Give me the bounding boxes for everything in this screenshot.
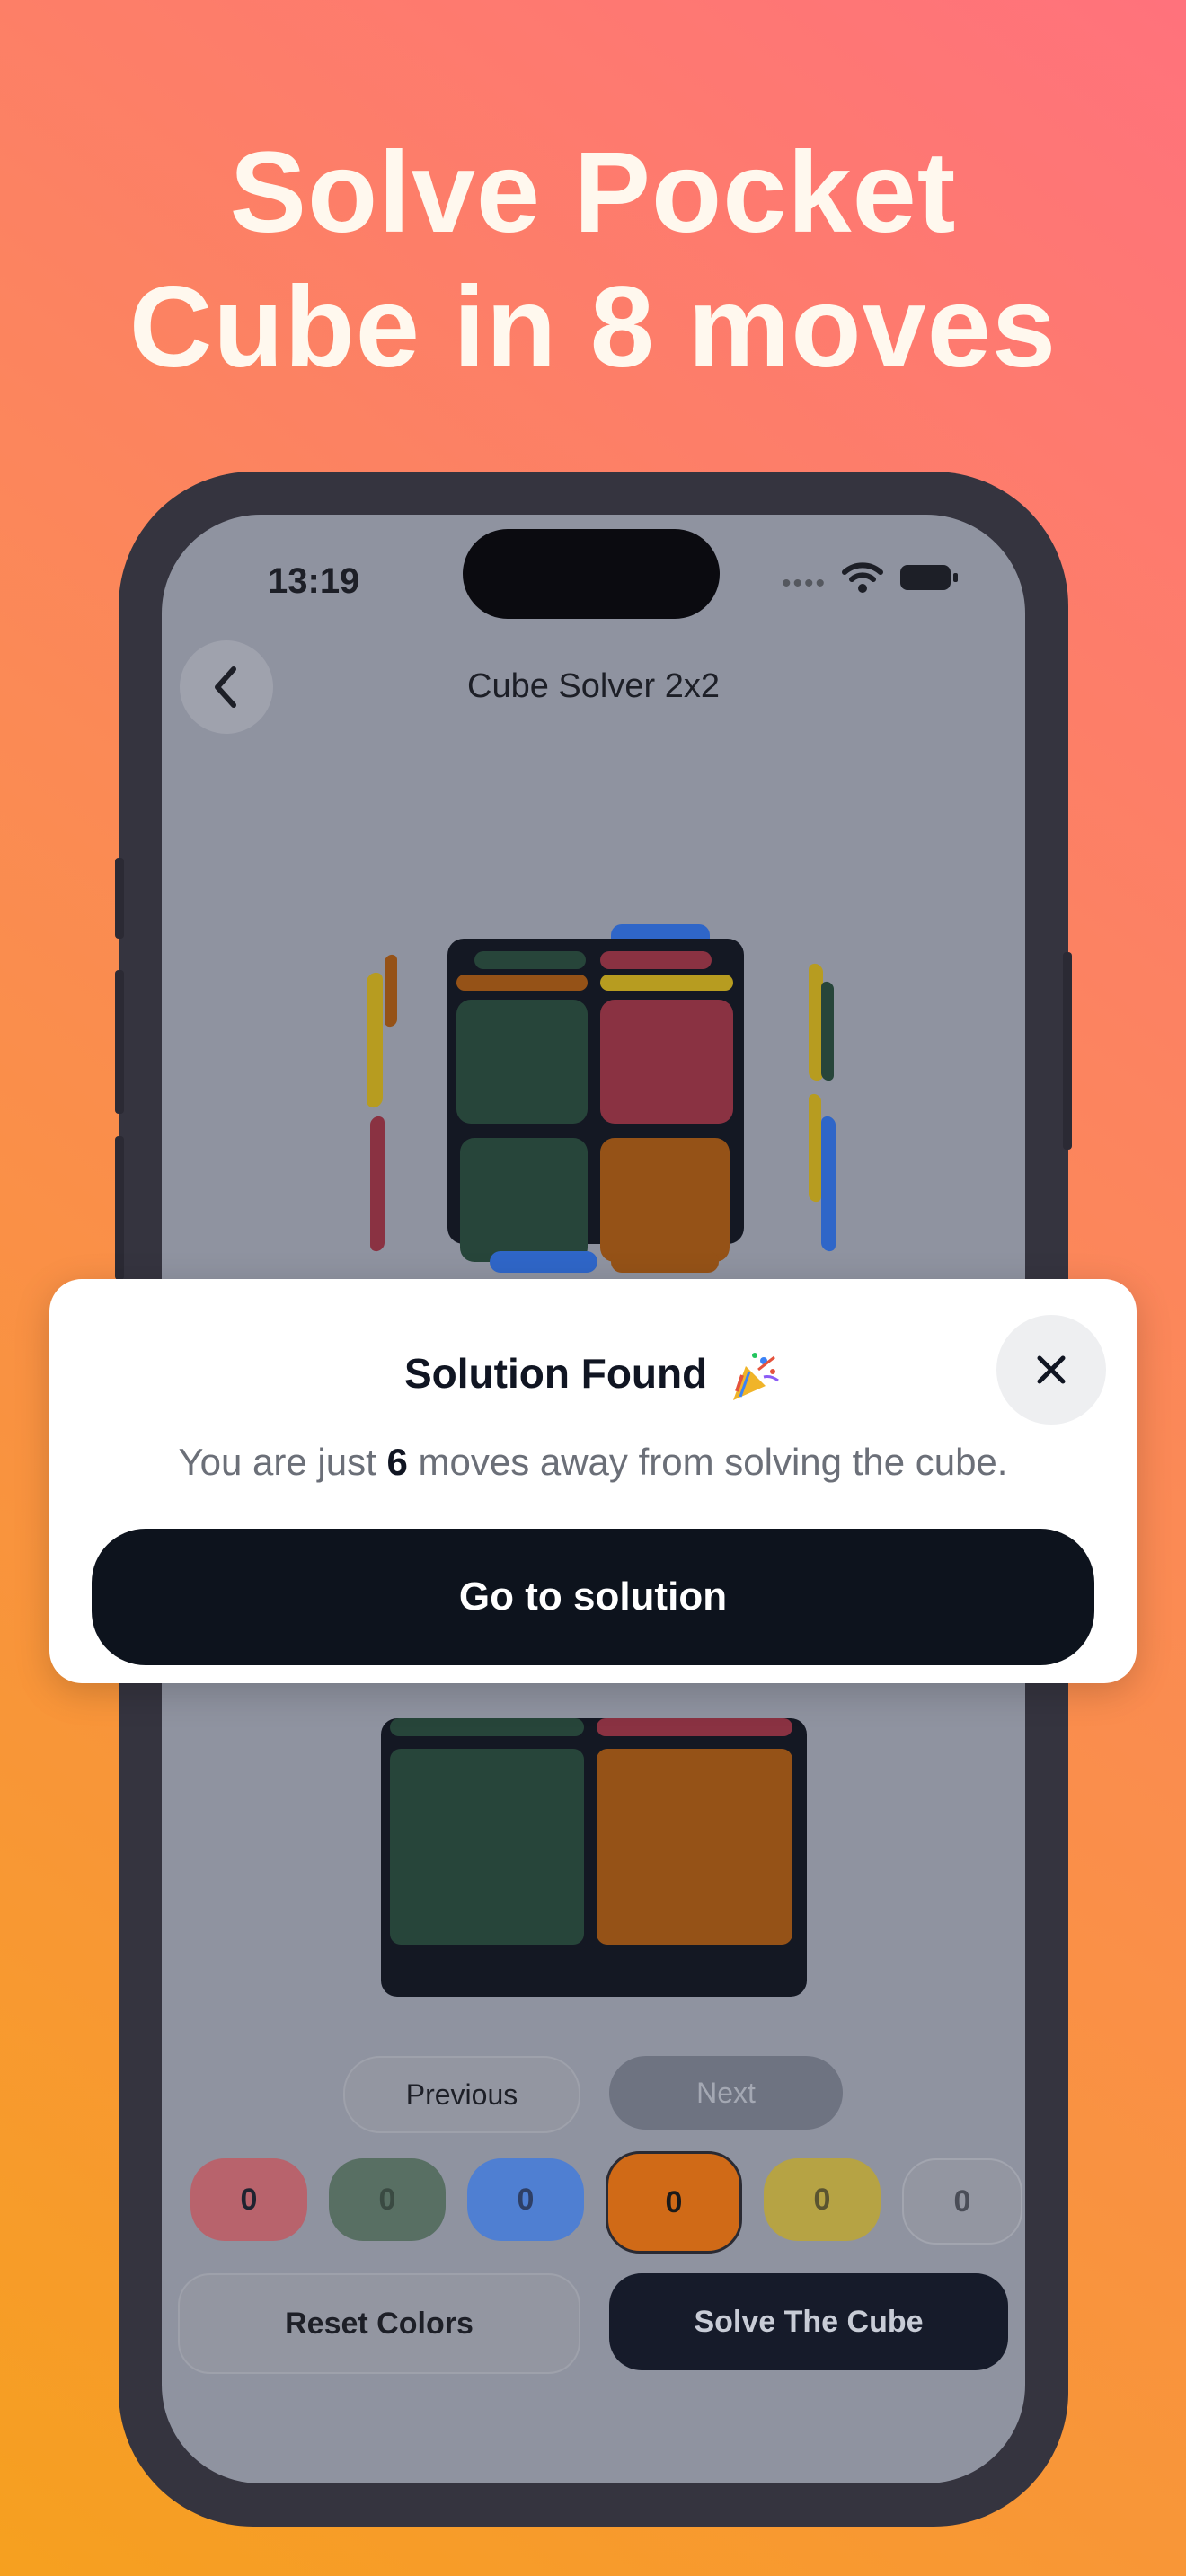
headline-line-1: Solve Pocket bbox=[229, 128, 957, 257]
headline: Solve Pocket Cube in 8 moves bbox=[0, 126, 1186, 395]
modal-title-row: Solution Found bbox=[49, 1349, 1137, 1404]
face-sticker-bottom-left[interactable] bbox=[390, 1749, 584, 1945]
cube-face-sticker-tl bbox=[456, 1000, 588, 1124]
cube-side-sticker-right-yellow bbox=[809, 1092, 821, 1204]
modal-message: You are just 6 moves away from solving t… bbox=[49, 1441, 1137, 1484]
face-sticker-bottom-right[interactable] bbox=[597, 1749, 792, 1945]
headline-line-2: Cube in 8 moves bbox=[128, 263, 1058, 392]
wifi-icon bbox=[842, 562, 883, 593]
cube-bottom-sticker-orange bbox=[611, 1251, 719, 1273]
phone-power-button bbox=[1063, 952, 1072, 1150]
color-count-white[interactable]: 0 bbox=[902, 2158, 1022, 2245]
close-button[interactable] bbox=[996, 1315, 1106, 1425]
next-button[interactable]: Next bbox=[609, 2056, 843, 2130]
face-sticker-top-right[interactable] bbox=[597, 1718, 792, 1736]
cube-face-sticker-bl bbox=[460, 1138, 588, 1262]
go-to-solution-button[interactable]: Go to solution bbox=[92, 1529, 1094, 1665]
color-count-green[interactable]: 0 bbox=[329, 2158, 446, 2241]
battery-icon bbox=[900, 565, 958, 590]
party-popper-icon bbox=[733, 1352, 779, 1400]
cube-side-sticker-left-top bbox=[367, 971, 383, 1109]
status-time: 13:19 bbox=[268, 561, 360, 601]
moves-count: 6 bbox=[386, 1441, 408, 1483]
cube-side-sticker-left-bottom bbox=[370, 1115, 385, 1253]
cube-face-sticker-tr bbox=[600, 1000, 733, 1124]
cube-bottom-sticker-blue bbox=[490, 1251, 597, 1273]
cube-body bbox=[447, 939, 744, 1262]
face-sticker-top-left[interactable] bbox=[390, 1718, 584, 1736]
reset-colors-button[interactable]: Reset Colors bbox=[178, 2273, 580, 2374]
color-count-row: 0 0 0 0 0 0 bbox=[190, 2151, 1022, 2254]
cube-top-sticker-orange bbox=[456, 975, 588, 991]
phone-volume-up-button bbox=[115, 970, 124, 1114]
solve-cube-button[interactable]: Solve The Cube bbox=[609, 2273, 1008, 2370]
solution-modal: Solution Found You are just 6 moves away… bbox=[49, 1279, 1137, 1683]
modal-title: Solution Found bbox=[403, 1350, 708, 1397]
face-editor bbox=[381, 1718, 807, 1997]
phone-side-button bbox=[115, 858, 124, 939]
phone-volume-down-button bbox=[115, 1136, 124, 1280]
color-count-orange[interactable]: 0 bbox=[606, 2151, 742, 2254]
signal-dots-icon: •••• bbox=[782, 569, 828, 598]
cube-top-sticker-yellow bbox=[600, 975, 733, 991]
cube-side-sticker-left-edge bbox=[385, 953, 397, 1028]
cube-side-sticker-right-blue bbox=[821, 1115, 836, 1253]
close-icon bbox=[1037, 1355, 1066, 1384]
cube-side-sticker-right-edge bbox=[821, 980, 834, 1082]
cube-top-sticker-green bbox=[474, 951, 586, 969]
color-count-yellow[interactable]: 0 bbox=[764, 2158, 881, 2241]
previous-button[interactable]: Previous bbox=[343, 2056, 580, 2133]
modal-message-prefix: You are just bbox=[178, 1441, 387, 1483]
cube-face-sticker-br bbox=[600, 1138, 730, 1262]
dynamic-island bbox=[463, 529, 720, 619]
cube-preview[interactable] bbox=[367, 892, 836, 1273]
cube-top-sticker-red bbox=[600, 951, 712, 969]
color-count-blue[interactable]: 0 bbox=[467, 2158, 584, 2241]
modal-message-suffix: moves away from solving the cube. bbox=[407, 1441, 1008, 1483]
nav-title: Cube Solver 2x2 bbox=[467, 667, 720, 705]
color-count-red[interactable]: 0 bbox=[190, 2158, 307, 2241]
